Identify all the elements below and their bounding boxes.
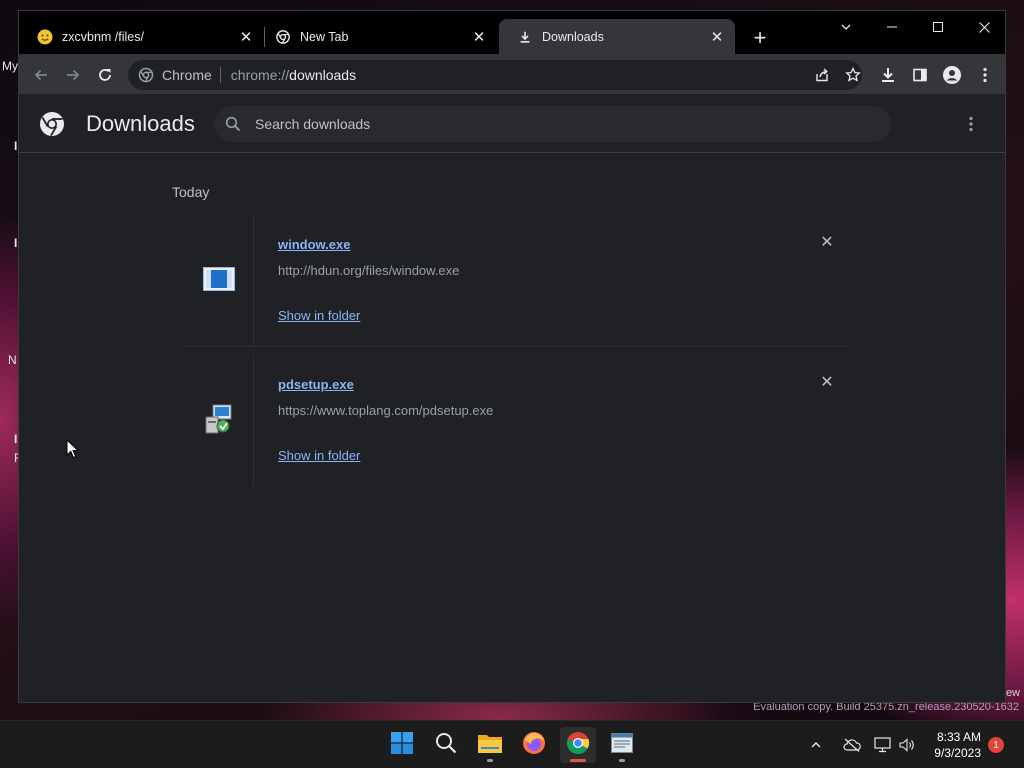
close-window-button[interactable] <box>961 11 1007 43</box>
side-panel-icon[interactable] <box>906 61 934 89</box>
tab-zxcvbnm-files[interactable]: zxcvbnm /files/ ✕ <box>19 19 264 54</box>
taskbar-chrome[interactable] <box>560 727 596 763</box>
search-downloads-box[interactable] <box>214 106 891 142</box>
running-indicator <box>619 759 625 762</box>
close-tab-icon[interactable]: ✕ <box>469 27 489 47</box>
onedrive-offline-icon[interactable] <box>843 721 861 768</box>
new-tab-button[interactable]: + <box>747 25 773 51</box>
close-tab-icon[interactable]: ✕ <box>707 27 727 47</box>
back-arrow-icon[interactable] <box>27 61 55 89</box>
site-chip[interactable]: Chrome <box>138 67 212 83</box>
download-filename-link[interactable]: pdsetup.exe <box>278 377 354 392</box>
browser-menu-icon[interactable] <box>971 61 999 89</box>
date-header: Today <box>172 184 210 200</box>
tab-title: zxcvbnm /files/ <box>62 29 144 44</box>
bookmark-star-icon[interactable] <box>839 61 867 89</box>
notepad-icon <box>611 732 633 758</box>
watermark-edge-text: ew <box>1005 687 1020 699</box>
share-icon[interactable] <box>808 61 836 89</box>
running-indicator <box>570 759 586 762</box>
desktop-icon-label[interactable]: I <box>14 236 17 250</box>
browser-toolbar: Chrome chrome://downloads <box>19 54 1005 95</box>
browser-window: zxcvbnm /files/ ✕ New Tab ✕ Downloads ✕ … <box>18 10 1006 703</box>
chrome-logo-icon <box>39 111 65 137</box>
minimize-button[interactable] <box>869 11 915 43</box>
more-actions-icon[interactable] <box>961 114 981 134</box>
taskbar-file-explorer[interactable] <box>472 727 508 763</box>
maximize-button[interactable] <box>915 11 961 43</box>
tab-title: Downloads <box>542 29 604 44</box>
tab-search-chevron-icon[interactable] <box>823 11 869 43</box>
desktop-icon-label[interactable]: I <box>14 139 17 153</box>
omnibox-divider <box>219 67 221 83</box>
url-scheme: chrome:// <box>230 67 290 83</box>
desktop-icon-label[interactable]: N <box>8 353 17 367</box>
chrome-icon <box>566 731 590 760</box>
start-button[interactable] <box>384 727 420 763</box>
download-item: window.exe http://hdun.org/files/window.… <box>184 216 849 346</box>
chrome-icon <box>138 67 154 83</box>
search-icon <box>225 116 241 132</box>
remove-download-icon[interactable]: ✕ <box>819 234 835 251</box>
volume-icon[interactable] <box>899 721 915 768</box>
close-tab-icon[interactable]: ✕ <box>236 27 256 47</box>
running-indicator <box>487 759 493 762</box>
desktop-icon-label[interactable]: My <box>2 59 18 73</box>
smiley-face-icon <box>37 29 53 45</box>
network-icon[interactable] <box>874 721 892 768</box>
show-in-folder-link[interactable]: Show in folder <box>278 448 360 463</box>
tab-title: New Tab <box>300 29 349 44</box>
profile-avatar-icon[interactable] <box>938 61 966 89</box>
taskbar: 8:33 AM 9/3/2023 1 <box>0 720 1024 768</box>
downloads-header: Downloads <box>19 95 1005 153</box>
downloads-icon[interactable] <box>874 61 902 89</box>
download-item: pdsetup.exe https://www.toplang.com/pdse… <box>184 356 849 486</box>
url-text[interactable]: chrome://downloads <box>231 67 356 83</box>
tab-new-tab[interactable]: New Tab ✕ <box>257 19 497 54</box>
url-host: downloads <box>289 67 357 83</box>
tray-overflow-chevron-icon[interactable] <box>810 721 822 768</box>
show-in-folder-link[interactable]: Show in folder <box>278 308 360 323</box>
item-divider <box>184 346 849 347</box>
download-source-url[interactable]: https://www.toplang.com/pdsetup.exe <box>278 403 493 418</box>
clock-date: 9/3/2023 <box>934 746 981 760</box>
page-title: Downloads <box>86 111 195 136</box>
taskbar-firefox[interactable] <box>516 727 552 763</box>
mouse-cursor-icon <box>66 438 80 464</box>
search-input[interactable] <box>255 116 855 132</box>
chrome-icon <box>275 29 291 45</box>
remove-download-icon[interactable]: ✕ <box>819 374 835 391</box>
download-source-url[interactable]: http://hdun.org/files/window.exe <box>278 263 459 278</box>
exe-window-icon <box>202 266 235 296</box>
file-explorer-icon <box>478 733 502 758</box>
download-filename-link[interactable]: window.exe <box>278 237 350 252</box>
download-icon <box>517 29 533 45</box>
reload-icon[interactable] <box>91 61 119 89</box>
clock-time: 8:33 AM <box>936 730 981 744</box>
taskbar-search-button[interactable] <box>428 727 464 763</box>
installer-icon <box>203 403 235 440</box>
start-icon <box>391 731 413 759</box>
address-bar[interactable]: Chrome chrome://downloads <box>128 60 862 90</box>
firefox-icon <box>522 731 546 760</box>
forward-arrow-icon[interactable] <box>59 61 87 89</box>
desktop-icon-label[interactable]: I <box>14 432 17 446</box>
search-icon <box>435 732 457 759</box>
site-chip-label: Chrome <box>162 67 212 83</box>
file-icon-column <box>184 356 254 486</box>
taskbar-notepad[interactable] <box>604 727 640 763</box>
tab-strip: zxcvbnm /files/ ✕ New Tab ✕ Downloads ✕ … <box>19 11 1005 54</box>
file-icon-column <box>184 216 254 346</box>
tab-downloads[interactable]: Downloads ✕ <box>499 19 735 54</box>
system-clock[interactable]: 8:33 AM 9/3/2023 <box>934 729 981 761</box>
notification-badge[interactable]: 1 <box>988 737 1004 753</box>
